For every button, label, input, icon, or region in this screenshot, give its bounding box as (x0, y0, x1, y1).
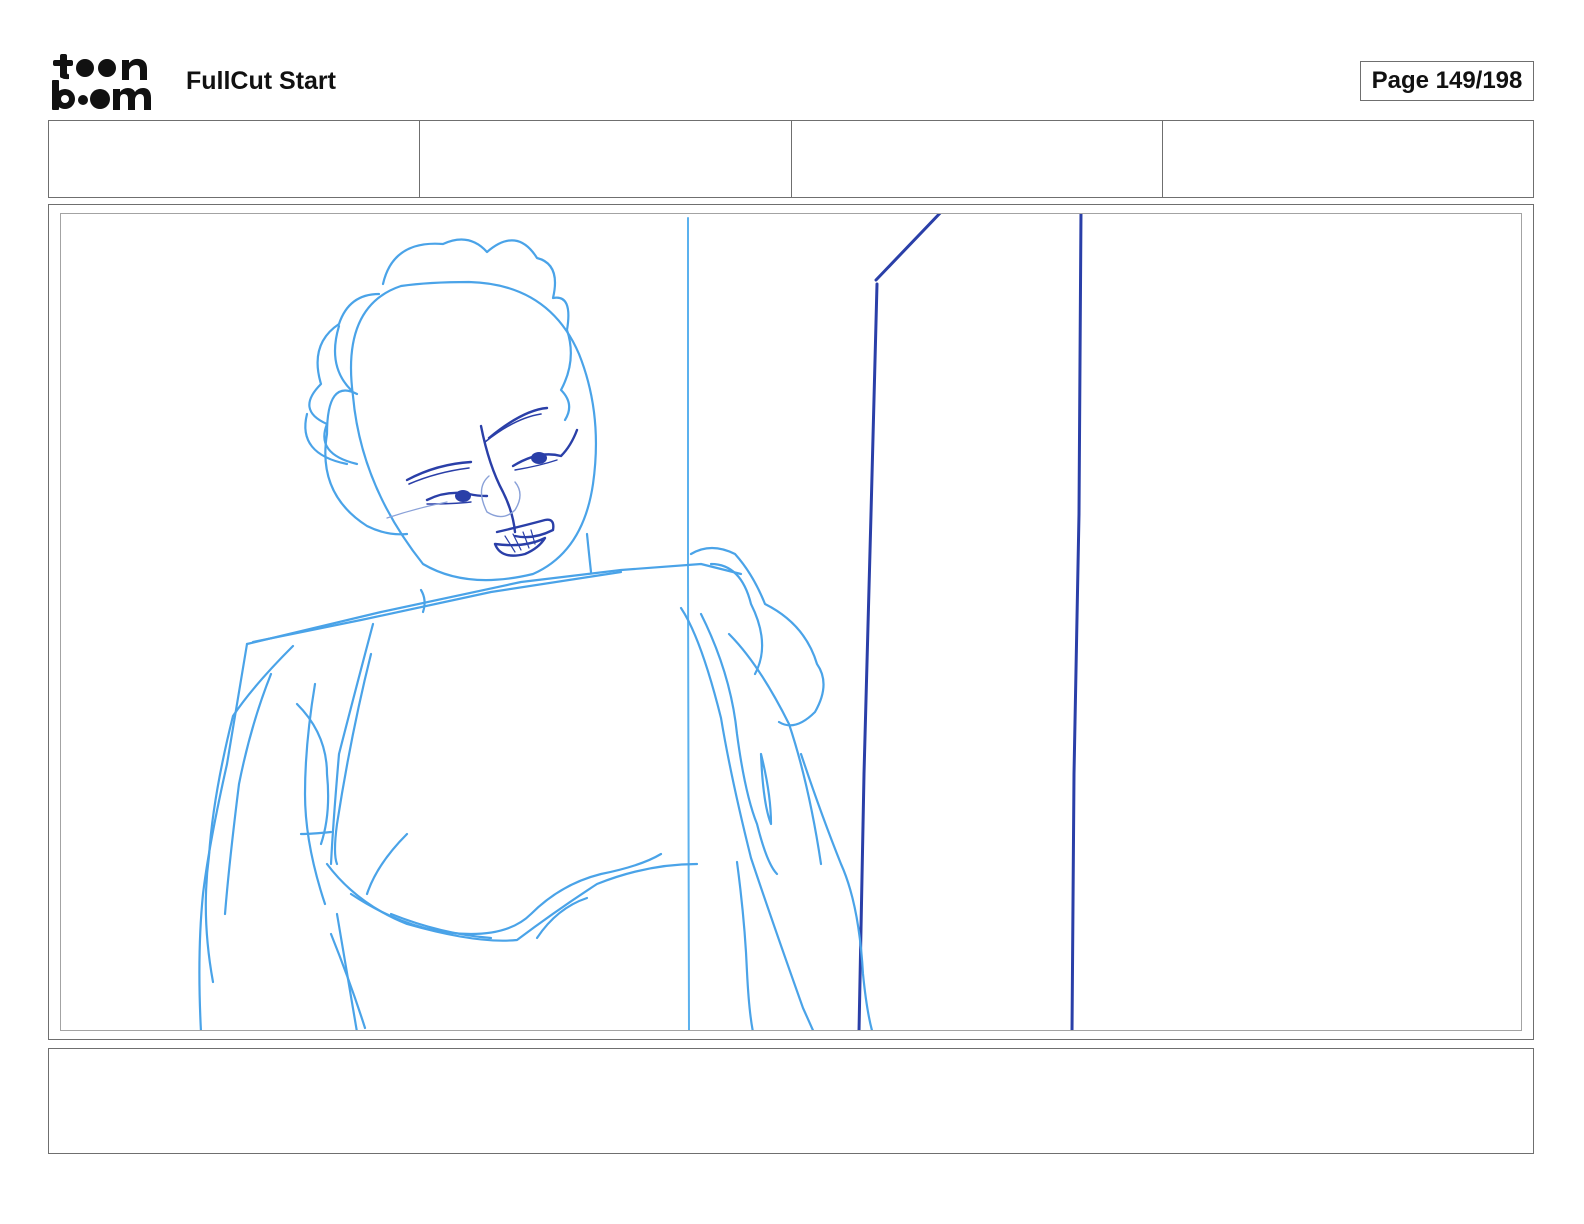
eye-pupils (455, 452, 547, 502)
toon-boom-logo (50, 50, 162, 112)
info-cell-4 (1163, 121, 1533, 197)
sketch-drawing (198, 214, 1083, 1030)
dialogue-notes-box[interactable] (48, 1048, 1534, 1154)
project-title: FullCut Start (186, 67, 336, 95)
character-sketch (198, 238, 874, 1030)
page-number-badge: Page 149/198 (1360, 61, 1534, 101)
info-cell-1 (49, 121, 421, 197)
info-cell-3 (792, 121, 1163, 197)
panel-drawing-area (60, 213, 1522, 1031)
panel-info-row (48, 120, 1534, 198)
page-header: FullCut Start Page 149/198 (0, 0, 1584, 118)
face-details (386, 406, 579, 557)
info-cell-2 (420, 121, 792, 197)
storyboard-panel (48, 204, 1534, 1040)
construction-lines (687, 217, 690, 1030)
door-frame-lines (857, 214, 1083, 1030)
